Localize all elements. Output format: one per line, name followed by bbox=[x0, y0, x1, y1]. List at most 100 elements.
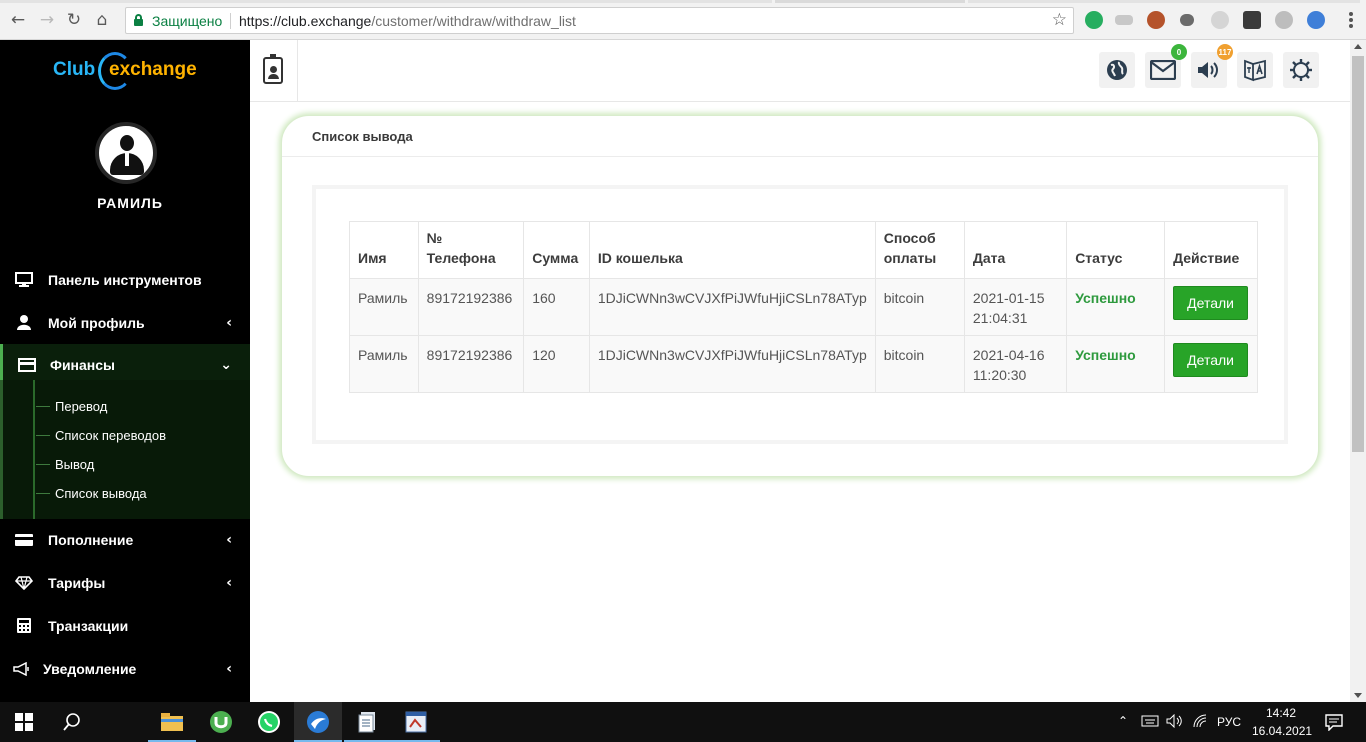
submenu-item-withdraw[interactable]: Вывод bbox=[55, 457, 94, 472]
cell-action: Детали bbox=[1164, 278, 1258, 336]
contact-card-icon[interactable] bbox=[263, 54, 283, 84]
monitor-icon bbox=[15, 272, 33, 287]
card-divider bbox=[282, 156, 1318, 157]
speaker-icon bbox=[1198, 62, 1218, 78]
extension-check-icon[interactable] bbox=[1243, 11, 1261, 29]
card-icon bbox=[15, 533, 33, 547]
forward-icon[interactable]: → bbox=[36, 9, 58, 31]
tab-active[interactable] bbox=[0, 0, 772, 3]
cell-name: Рамиль bbox=[349, 335, 419, 393]
globe-button[interactable] bbox=[1099, 52, 1135, 88]
extension-pen-icon[interactable] bbox=[1275, 11, 1293, 29]
details-button[interactable]: Детали bbox=[1173, 286, 1249, 320]
column-header-name: Имя bbox=[349, 221, 419, 279]
tray-volume-icon[interactable] bbox=[1166, 713, 1184, 731]
taskbar-browser[interactable] bbox=[294, 702, 342, 742]
cell-method: bitcoin bbox=[874, 278, 965, 336]
submenu-connector bbox=[36, 435, 50, 436]
chevron-left-icon: ‹ bbox=[226, 531, 232, 548]
settings-button[interactable] bbox=[1283, 52, 1319, 88]
notification-center-icon[interactable] bbox=[1325, 713, 1343, 734]
megaphone-icon bbox=[13, 661, 31, 676]
start-button[interactable] bbox=[0, 702, 48, 742]
cell-phone: 89172192386 bbox=[417, 278, 525, 336]
calculator-icon bbox=[15, 618, 33, 633]
column-header-method: Способ оплаты bbox=[874, 221, 965, 279]
sound-button[interactable]: 117 bbox=[1191, 44, 1233, 88]
translate-icon bbox=[1244, 59, 1266, 82]
gear-icon bbox=[1290, 59, 1312, 81]
table-header-row: Имя № Телефона Сумма ID кошелька Способ … bbox=[349, 221, 1258, 279]
table-container: Имя № Телефона Сумма ID кошелька Способ … bbox=[312, 185, 1288, 444]
column-header-wallet: ID кошелька bbox=[588, 221, 876, 279]
reload-icon[interactable]: ↻ bbox=[63, 9, 85, 31]
extension-translate-icon[interactable] bbox=[1307, 11, 1325, 29]
submenu-connector bbox=[36, 493, 50, 494]
browser-app-icon bbox=[307, 711, 329, 733]
bookmark-star-icon[interactable]: ☆ bbox=[1052, 10, 1067, 30]
windows-logo-icon bbox=[15, 713, 33, 731]
tab-inactive[interactable] bbox=[775, 0, 965, 3]
home-icon[interactable]: ⌂ bbox=[91, 9, 113, 31]
translate-button[interactable] bbox=[1237, 52, 1273, 88]
sidebar-item-label: Пополнение bbox=[48, 531, 134, 548]
submenu-item-transfer-list[interactable]: Список переводов bbox=[55, 428, 166, 443]
tab-inactive[interactable] bbox=[968, 0, 1360, 3]
address-bar[interactable]: Защищено https://club.exchange/customer/… bbox=[125, 7, 1074, 34]
sidebar-item-deposit[interactable]: Пополнение ‹ bbox=[0, 518, 250, 561]
cell-phone: 89172192386 bbox=[417, 335, 525, 393]
submenu-item-withdraw-list[interactable]: Список вывода bbox=[55, 486, 147, 501]
withdraw-table: Имя № Телефона Сумма ID кошелька Способ … bbox=[349, 221, 1258, 393]
cell-amount: 160 bbox=[523, 278, 590, 336]
extension-clock-icon[interactable] bbox=[1211, 11, 1229, 29]
mail-icon bbox=[1150, 60, 1176, 80]
logo[interactable]: Club exchange bbox=[52, 52, 202, 92]
taskbar-whatsapp[interactable] bbox=[245, 702, 293, 742]
scroll-up-icon[interactable] bbox=[1354, 44, 1362, 49]
sidebar-item-label: Транзакции bbox=[48, 617, 129, 634]
username: РАМИЛЬ bbox=[97, 195, 163, 211]
chevron-left-icon: ‹ bbox=[226, 574, 232, 591]
extension-gray-icon[interactable] bbox=[1115, 15, 1133, 25]
browser-menu-icon[interactable] bbox=[1349, 12, 1353, 28]
back-icon[interactable]: ← bbox=[7, 9, 29, 31]
sidebar-item-transactions[interactable]: Транзакции bbox=[0, 604, 250, 647]
scrollbar-thumb[interactable] bbox=[1352, 56, 1364, 452]
taskbar-explorer[interactable] bbox=[148, 702, 196, 742]
tray-chevron-up-icon[interactable]: ⌃ bbox=[1118, 714, 1128, 728]
mail-button[interactable]: 0 bbox=[1145, 44, 1187, 88]
extension-evernote-icon[interactable] bbox=[1085, 11, 1103, 29]
taskbar-utorrent[interactable] bbox=[197, 702, 245, 742]
tray-clock-date[interactable]: 16.04.2021 bbox=[1252, 724, 1312, 738]
taskbar-app[interactable] bbox=[392, 702, 440, 742]
details-button[interactable]: Детали bbox=[1173, 343, 1249, 377]
url-text[interactable]: https://club.exchange/customer/withdraw/… bbox=[239, 13, 576, 29]
tray-keyboard-icon[interactable] bbox=[1141, 714, 1159, 731]
page-scrollbar[interactable] bbox=[1350, 40, 1366, 702]
taskbar-search-button[interactable] bbox=[48, 702, 96, 742]
submenu-item-transfer[interactable]: Перевод bbox=[55, 399, 107, 414]
diamond-icon bbox=[15, 575, 33, 590]
avatar[interactable] bbox=[95, 122, 157, 184]
user-icon bbox=[15, 315, 33, 330]
tray-clock-time[interactable]: 14:42 bbox=[1266, 706, 1296, 720]
extension-avatar-icon[interactable] bbox=[1147, 11, 1165, 29]
tray-network-icon[interactable] bbox=[1193, 714, 1209, 731]
sidebar-item-profile[interactable]: Мой профиль ‹ bbox=[0, 301, 250, 344]
tray-language[interactable]: РУС bbox=[1217, 715, 1241, 729]
extension-chat-icon[interactable] bbox=[1180, 14, 1194, 26]
scroll-down-icon[interactable] bbox=[1354, 693, 1362, 698]
status-badge: Успешно bbox=[1066, 278, 1166, 336]
cell-wallet: 1DJiCWNn3wCVJXfPiJWfuHjiCSLn78ATyp bbox=[588, 335, 876, 393]
sidebar-item-notifications[interactable]: Уведомление ‹ bbox=[0, 647, 250, 690]
table-row: Рамиль 89172192386 120 1DJiCWNn3wCVJXfPi… bbox=[349, 335, 1258, 393]
sidebar-item-label: Тарифы bbox=[48, 574, 106, 591]
taskbar-documents[interactable] bbox=[344, 702, 392, 742]
chevron-down-icon: ⌄ bbox=[220, 357, 232, 373]
sidebar-item-dashboard[interactable]: Панель инструментов bbox=[0, 258, 250, 301]
logo-text-club: Club bbox=[53, 59, 96, 80]
sidebar-item-label: Панель инструментов bbox=[48, 271, 202, 288]
sidebar-item-tariffs[interactable]: Тарифы ‹ bbox=[0, 561, 250, 604]
globe-icon bbox=[1107, 60, 1127, 80]
cell-date-time: 21:04:31 bbox=[972, 310, 1028, 326]
